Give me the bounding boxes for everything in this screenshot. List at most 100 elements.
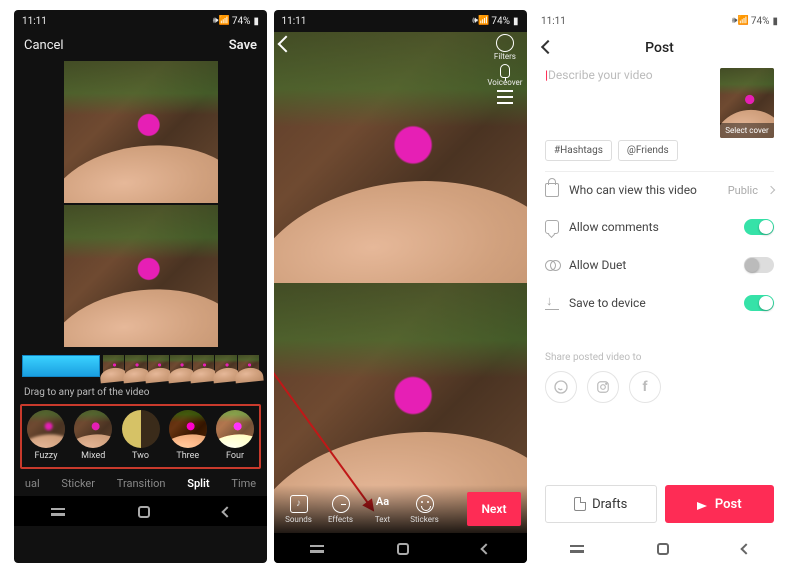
save-device-toggle[interactable] <box>744 295 774 311</box>
cancel-button[interactable]: Cancel <box>24 38 64 53</box>
status-battery: 74% <box>491 16 510 27</box>
duet-toggle[interactable] <box>744 257 774 273</box>
sounds-icon <box>290 495 308 513</box>
status-signal-icons: 🕪 📶 <box>472 16 488 26</box>
voiceover-button[interactable]: Voiceover <box>487 64 522 87</box>
status-bar: 11:11 🕪 📶 74% ▮ <box>533 10 786 32</box>
filter-four[interactable]: Four <box>213 410 257 461</box>
timeline-frames[interactable] <box>102 355 259 377</box>
post-header: Post <box>533 32 786 64</box>
save-device-setting: Save to device <box>545 284 774 322</box>
android-nav-bar <box>14 496 267 526</box>
timeline[interactable] <box>22 353 259 379</box>
drafts-button[interactable]: Drafts <box>545 485 657 523</box>
download-icon <box>545 296 559 310</box>
text-icon <box>374 495 392 513</box>
filters-icon <box>496 34 514 52</box>
tab-transition[interactable]: Transition <box>117 477 166 490</box>
editor-header: Cancel Save <box>14 32 267 59</box>
filter-fuzzy[interactable]: Fuzzy <box>24 410 68 461</box>
bottom-toolbar: Sounds Effects Text Stickers Next <box>274 485 527 533</box>
split-editor-screen: 11:11 🕪 📶 74% ▮ Cancel Save Drag to any … <box>14 10 267 563</box>
duet-icon <box>545 258 559 272</box>
nav-back-icon[interactable] <box>221 506 232 517</box>
share-row: f <box>545 371 774 403</box>
battery-icon: ▮ <box>772 16 778 27</box>
tool-sounds[interactable]: Sounds <box>278 495 320 524</box>
chevron-right-icon <box>767 186 775 194</box>
tab-time[interactable]: Time <box>231 477 256 490</box>
stickers-icon <box>416 495 434 513</box>
select-cover-button[interactable]: Select cover <box>720 68 774 138</box>
more-icon <box>497 90 513 104</box>
comments-toggle[interactable] <box>744 219 774 235</box>
filters-button[interactable]: Filters <box>494 34 516 61</box>
status-time: 11:11 <box>22 16 47 27</box>
tool-stickers[interactable]: Stickers <box>404 495 446 524</box>
tab-sticker[interactable]: Sticker <box>61 477 95 490</box>
drag-hint-label: Drag to any part of the video <box>14 383 267 404</box>
video-editor-screen: 11:11 🕪 📶 74% ▮ Filters Voiceover <box>274 10 527 563</box>
save-button[interactable]: Save <box>229 38 257 53</box>
nav-home-icon[interactable] <box>138 506 150 518</box>
next-button[interactable]: Next <box>467 492 520 526</box>
nav-back-icon[interactable] <box>740 543 751 554</box>
filter-three[interactable]: Three <box>166 410 210 461</box>
editor-canvas: Filters Voiceover Sounds Effects Tex <box>274 32 527 533</box>
tab-visual[interactable]: ual <box>25 477 40 490</box>
status-battery: 74% <box>232 16 251 27</box>
preview-top <box>64 61 218 203</box>
timeline-selected-range[interactable] <box>22 355 100 377</box>
share-label: Share posted video to <box>545 352 774 363</box>
friends-chip[interactable]: @Friends <box>618 140 678 161</box>
hashtags-chip[interactable]: #Hashtags <box>545 140 612 161</box>
effect-tabs: ual Sticker Transition Split Time <box>14 469 267 496</box>
privacy-setting[interactable]: Who can view this video Public <box>545 172 774 208</box>
nav-recent-icon[interactable] <box>51 508 65 516</box>
share-facebook-icon[interactable]: f <box>629 371 661 403</box>
post-button[interactable]: Post <box>665 485 775 523</box>
filter-two[interactable]: Two <box>119 410 163 461</box>
battery-icon: ▮ <box>253 16 259 27</box>
status-signal-icons: 🕪 📶 <box>213 16 229 26</box>
tool-text[interactable]: Text <box>362 495 404 524</box>
tool-effects[interactable]: Effects <box>320 495 362 524</box>
status-battery: 74% <box>751 16 770 27</box>
side-toolbar: Filters Voiceover <box>487 34 522 104</box>
lock-icon <box>545 183 559 197</box>
share-instagram-icon[interactable] <box>587 371 619 403</box>
mic-icon <box>500 64 510 78</box>
status-bar: 11:11 🕪 📶 74% ▮ <box>274 10 527 32</box>
tab-split[interactable]: Split <box>187 477 209 490</box>
page-title: Post <box>645 40 674 56</box>
comment-icon <box>545 220 559 234</box>
split-filters-row: Fuzzy Mixed Two Three Four <box>20 404 261 469</box>
status-time: 11:11 <box>541 16 566 27</box>
android-nav-bar <box>533 533 786 563</box>
post-body: |Describe your video Select cover #Hasht… <box>533 64 786 475</box>
preview-bottom <box>64 205 218 347</box>
drafts-icon <box>574 497 586 511</box>
comments-setting: Allow comments <box>545 208 774 246</box>
battery-icon: ▮ <box>513 16 519 27</box>
nav-back-icon[interactable] <box>480 543 491 554</box>
split-preview <box>64 61 218 347</box>
status-signal-icons: 🕪 📶 <box>732 16 748 26</box>
nav-recent-icon[interactable] <box>310 545 324 553</box>
effects-icon <box>332 495 350 513</box>
post-screen: 11:11 🕪 📶 74% ▮ Post |Describe your vide… <box>533 10 786 563</box>
nav-home-icon[interactable] <box>397 543 409 555</box>
share-whatsapp-icon[interactable] <box>545 371 577 403</box>
back-icon[interactable] <box>541 40 555 54</box>
status-time: 11:11 <box>282 16 307 27</box>
description-input[interactable]: |Describe your video <box>545 68 712 138</box>
status-bar: 11:11 🕪 📶 74% ▮ <box>14 10 267 32</box>
filter-mixed[interactable]: Mixed <box>71 410 115 461</box>
post-icon <box>697 498 709 510</box>
android-nav-bar <box>274 533 527 563</box>
duet-setting: Allow Duet <box>545 246 774 284</box>
nav-recent-icon[interactable] <box>570 545 584 553</box>
more-button[interactable] <box>497 90 513 104</box>
post-button-row: Drafts Post <box>533 475 786 533</box>
nav-home-icon[interactable] <box>657 543 669 555</box>
